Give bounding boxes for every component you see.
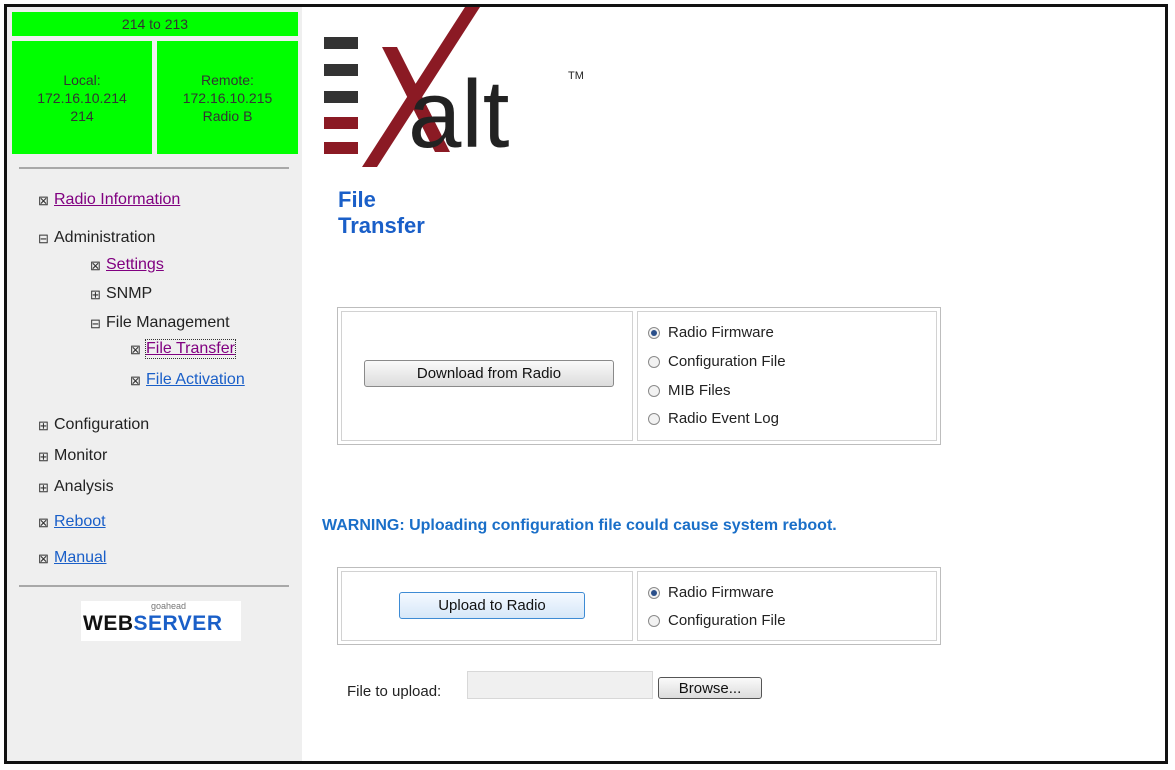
radio-unselected-icon[interactable]: [648, 355, 660, 368]
leaf-node-icon: ⊠: [38, 514, 49, 530]
nav-file-activation-link[interactable]: File Activation: [146, 371, 245, 389]
download-option-radio-firmware[interactable]: Radio Firmware: [648, 324, 774, 341]
download-button-cell: Download from Radio: [341, 311, 633, 441]
link-status-header: 214 to 213: [12, 12, 298, 36]
expand-icon[interactable]: ⊞: [37, 450, 50, 463]
download-from-radio-button[interactable]: Download from Radio: [364, 360, 614, 387]
webserver-label: WEBSERVER: [83, 612, 223, 635]
page-title: File Transfer: [338, 187, 425, 239]
nav-configuration[interactable]: ⊞ Configuration: [37, 416, 149, 434]
download-option-mib-files[interactable]: MIB Files: [648, 382, 731, 399]
page-title-line1: File: [338, 187, 376, 212]
nav-radio-information[interactable]: ⊠ Radio Information: [37, 191, 180, 209]
leaf-node-icon: ⊠: [38, 550, 49, 566]
leaf-node-icon: ⊠: [90, 257, 101, 273]
nav-file-management[interactable]: ⊟ File Management: [89, 314, 230, 332]
radio-unselected-icon[interactable]: [648, 614, 660, 627]
upload-to-radio-button[interactable]: Upload to Radio: [399, 592, 585, 619]
local-label: Local:: [63, 71, 101, 88]
nav-analysis[interactable]: ⊞ Analysis: [37, 478, 114, 496]
goahead-webserver-badge: goahead WEBSERVER: [81, 601, 241, 641]
upload-panel: Upload to Radio Radio Firmware Configura…: [337, 567, 941, 645]
radio-unselected-icon[interactable]: [648, 412, 660, 425]
sidebar: 214 to 213 Local: 172.16.10.214 214 Remo…: [7, 7, 302, 761]
browser-frame: 214 to 213 Local: 172.16.10.214 214 Remo…: [4, 4, 1168, 764]
nav-configuration-label[interactable]: Configuration: [54, 416, 149, 434]
nav-administration[interactable]: ⊟ Administration: [37, 229, 155, 247]
radio-selected-icon[interactable]: [648, 586, 660, 599]
upload-option-configuration-file[interactable]: Configuration File: [648, 612, 786, 629]
remote-ip: 172.16.10.215: [182, 89, 273, 106]
nav-file-activation[interactable]: ⊠ File Activation: [129, 371, 245, 389]
upload-warning: WARNING: Uploading configuration file co…: [322, 517, 837, 534]
nav-administration-label[interactable]: Administration: [54, 229, 155, 247]
remote-name: Radio B: [202, 107, 253, 124]
upload-button-cell: Upload to Radio: [341, 571, 633, 641]
local-name: 214: [70, 107, 94, 124]
nav-file-transfer[interactable]: ⊠ File Transfer: [129, 339, 236, 359]
sidebar-divider-bottom: [19, 585, 289, 587]
leaf-node-icon: ⊠: [130, 341, 141, 357]
radio-unselected-icon[interactable]: [648, 384, 660, 397]
collapse-icon[interactable]: ⊟: [37, 232, 50, 245]
download-option-radio-event-log[interactable]: Radio Event Log: [648, 410, 779, 427]
trademark-mark: TM: [568, 70, 584, 82]
nav-radio-information-link[interactable]: Radio Information: [54, 191, 180, 209]
main-content: alt TM File Transfer Download from Radio…: [302, 7, 1165, 761]
download-option-configuration-file[interactable]: Configuration File: [648, 353, 786, 370]
nav-monitor[interactable]: ⊞ Monitor: [37, 447, 107, 465]
nav-reboot[interactable]: ⊠ Reboot: [37, 513, 106, 531]
nav-snmp[interactable]: ⊞ SNMP: [89, 285, 152, 303]
nav-settings-link[interactable]: Settings: [106, 256, 164, 274]
file-path-input[interactable]: [467, 671, 653, 699]
collapse-icon[interactable]: ⊟: [89, 317, 102, 330]
exalt-logo: alt TM: [324, 7, 584, 167]
expand-icon[interactable]: ⊞: [89, 288, 102, 301]
browse-button[interactable]: Browse...: [658, 677, 762, 699]
upload-option-radio-firmware[interactable]: Radio Firmware: [648, 584, 774, 601]
nav-analysis-label[interactable]: Analysis: [54, 478, 114, 496]
logo-wordmark: alt: [408, 61, 509, 167]
nav-reboot-link[interactable]: Reboot: [54, 513, 106, 531]
expand-icon[interactable]: ⊞: [37, 419, 50, 432]
nav-manual[interactable]: ⊠ Manual: [37, 549, 106, 567]
local-radio-panel: Local: 172.16.10.214 214: [12, 41, 152, 154]
download-options-cell: Radio Firmware Configuration File MIB Fi…: [637, 311, 937, 441]
expand-icon[interactable]: ⊞: [37, 481, 50, 494]
remote-label: Remote:: [201, 71, 254, 88]
remote-radio-panel: Remote: 172.16.10.215 Radio B: [157, 41, 298, 154]
goahead-label: goahead: [151, 601, 187, 611]
download-panel: Download from Radio Radio Firmware Confi…: [337, 307, 941, 445]
leaf-node-icon: ⊠: [38, 192, 49, 208]
nav-manual-link[interactable]: Manual: [54, 549, 106, 567]
page-title-line2: Transfer: [338, 213, 425, 238]
nav-file-transfer-link[interactable]: File Transfer: [145, 339, 236, 359]
nav-snmp-label[interactable]: SNMP: [106, 285, 152, 303]
leaf-node-icon: ⊠: [130, 372, 141, 388]
nav-file-management-label[interactable]: File Management: [106, 314, 230, 332]
nav-monitor-label[interactable]: Monitor: [54, 447, 107, 465]
radio-selected-icon[interactable]: [648, 326, 660, 339]
file-to-upload-label: File to upload:: [347, 683, 442, 700]
nav-settings[interactable]: ⊠ Settings: [89, 256, 164, 274]
sidebar-divider-top: [19, 167, 289, 169]
local-ip: 172.16.10.214: [37, 89, 127, 106]
upload-options-cell: Radio Firmware Configuration File: [637, 571, 937, 641]
